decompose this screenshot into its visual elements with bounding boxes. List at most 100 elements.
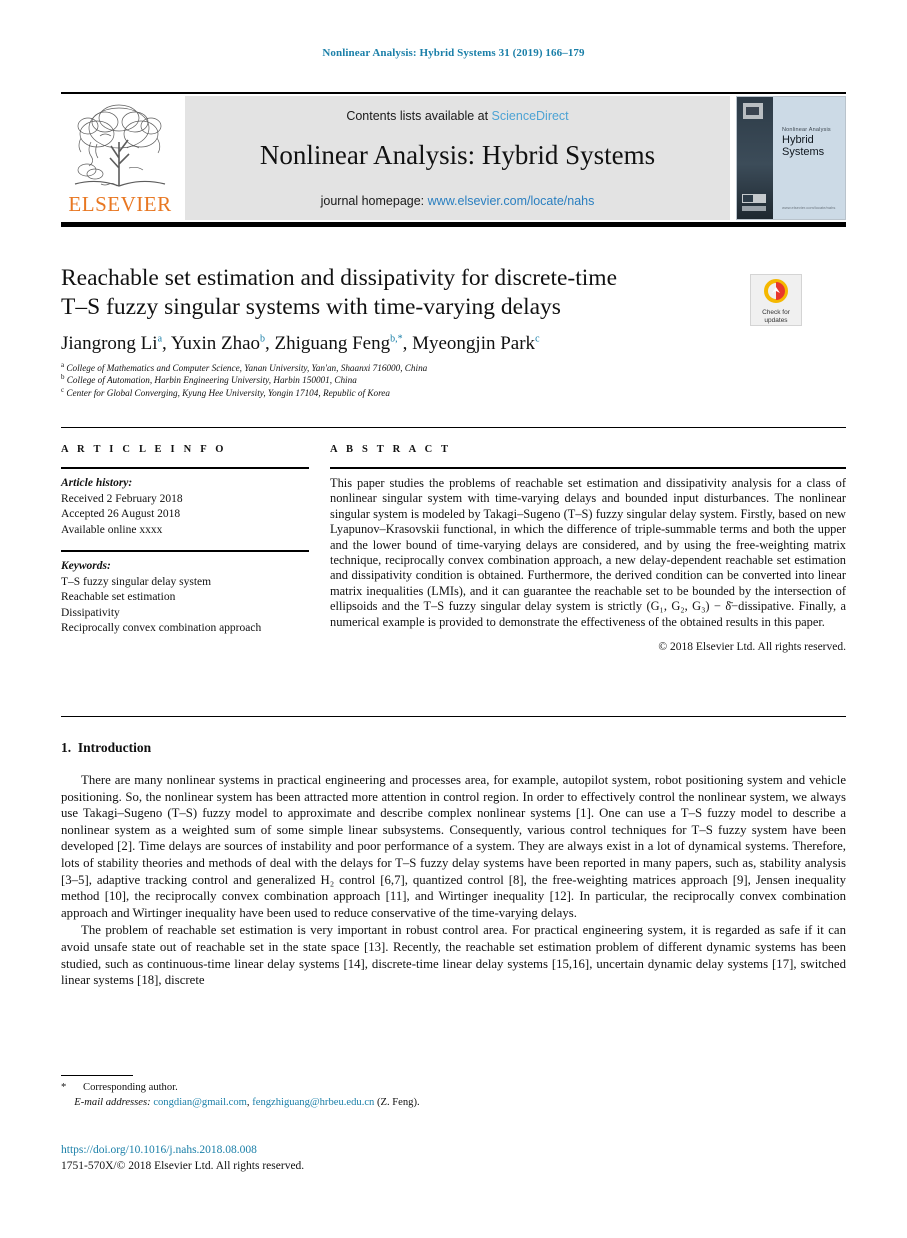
crossmark-label-line2: updates [764, 316, 788, 324]
elsevier-wordmark: ELSEVIER [68, 192, 172, 216]
elsevier-logo: ELSEVIER [61, 96, 179, 220]
author-separator: , [265, 333, 275, 354]
footer-rights-line: 1751-570X/© 2018 Elsevier Ltd. All right… [61, 1160, 305, 1172]
abstract-text-part1: This paper studies the problems of reach… [330, 476, 846, 614]
article-history-accepted: Accepted 26 August 2018 [61, 508, 181, 520]
contents-available-line: Contents lists available at ScienceDirec… [185, 109, 730, 123]
article-info-column: A R T I C L E I N F O Article history: R… [61, 444, 309, 637]
masthead-bottom-rule [61, 222, 846, 227]
author-item: Myeongjin Parkc [412, 333, 539, 354]
author-name: Zhiguang Feng [274, 333, 391, 354]
keywords-rule [61, 550, 309, 552]
section-heading-introduction: 1. Introduction [61, 740, 846, 756]
email-line: E-mail addresses: congdian@gmail.com, fe… [61, 1095, 661, 1110]
homepage-prefix: journal homepage: [320, 194, 428, 208]
cover-title: Hybrid Systems [782, 134, 825, 158]
author-separator: , [402, 333, 413, 354]
email-suffix: (Z. Feng). [374, 1097, 420, 1108]
cover-panel: Nonlinear Analysis Hybrid Systems www.el… [773, 97, 845, 219]
abstract-heading: A B S T R A C T [330, 444, 452, 455]
article-history-received: Received 2 February 2018 [61, 492, 183, 505]
cover-spine [737, 97, 773, 219]
section-number: 1. [61, 740, 72, 755]
journal-homepage-link[interactable]: www.elsevier.com/locate/nahs [428, 194, 595, 208]
corresponding-author-text: Corresponding author. [83, 1082, 178, 1093]
masthead-top-rule [61, 92, 846, 94]
email-link-1[interactable]: congdian@gmail.com [153, 1097, 247, 1108]
crossmark-label-line1: Check for [762, 309, 790, 316]
crossmark-badge[interactable]: Check for updates [750, 274, 802, 326]
affiliation-marker: c [61, 385, 65, 394]
journal-title: Nonlinear Analysis: Hybrid Systems [259, 140, 656, 170]
corresponding-author-marker: * [61, 1082, 67, 1093]
affiliation-text: College of Mathematics and Computer Scie… [66, 363, 428, 373]
introduction-paragraph-2: The problem of reachable set estimation … [61, 923, 846, 988]
cover-title-line2: Systems [782, 145, 825, 158]
cover-superline: Nonlinear Analysis [782, 127, 831, 133]
author-name: Myeongjin Park [412, 333, 536, 354]
article-info-heading: A R T I C L E I N F O [61, 444, 227, 455]
cover-top-logo-icon [743, 103, 763, 119]
contents-prefix: Contents lists available at [346, 109, 492, 123]
keyword-item: Reachable set estimation [61, 591, 176, 603]
crossmark-label: Check for updates [751, 309, 801, 324]
journal-band: Contents lists available at ScienceDirec… [185, 96, 730, 220]
email-link-2[interactable]: fengzhiguang@hrbeu.edu.cn [252, 1097, 374, 1108]
affiliation-marker: b [61, 373, 65, 382]
journal-masthead: ELSEVIER Contents lists available at Sci… [61, 92, 846, 227]
abstract-dissipative-formula: (G₁, G₂, G₃) − δ̄−dissipative. [646, 599, 795, 614]
introduction-section: 1. Introduction There are many nonlinear… [61, 740, 846, 989]
keyword-item: Dissipativity [61, 606, 120, 619]
keywords-label: Keywords: [61, 560, 111, 572]
article-history-online: Available online xxxx [61, 523, 163, 536]
page-title: Reachable set estimation and dissipativi… [61, 264, 741, 322]
affiliation-text: Center for Global Converging, Kyung Hee … [66, 387, 390, 398]
abstract-column: A B S T R A C T This paper studies the p… [330, 444, 846, 653]
author-item: Jiangrong Lia, [61, 333, 171, 354]
abstract-copyright: © 2018 Elsevier Ltd. All rights reserved… [658, 641, 846, 654]
affiliation-marker: a [61, 360, 65, 369]
ifac-logo-caption-icon [742, 206, 766, 211]
author-item: Yuxin Zhaob, [171, 333, 275, 354]
running-head: Nonlinear Analysis: Hybrid Systems 31 (2… [322, 47, 585, 59]
sciencedirect-link[interactable]: ScienceDirect [492, 109, 569, 123]
elsevier-tree-icon [74, 104, 166, 187]
author-affiliation-marker: b,* [390, 333, 403, 345]
keyword-item: Reciprocally convex combination approach [61, 622, 262, 634]
cover-footline: www.elsevier.com/locate/nahs [782, 205, 836, 210]
corresponding-author-line: * Corresponding author. [61, 1080, 661, 1095]
author-affiliation-marker: c [535, 333, 540, 345]
affiliation-item: b College of Automation, Harbin Engineer… [61, 374, 741, 386]
email-addresses-label: E-mail addresses: [74, 1097, 151, 1108]
affiliation-item: a College of Mathematics and Computer Sc… [61, 360, 741, 374]
title-block: Reachable set estimation and dissipativi… [61, 264, 741, 399]
abstract-rule [330, 467, 846, 469]
introduction-paragraph-1: There are many nonlinear systems in prac… [61, 773, 846, 920]
doi-link[interactable]: https://doi.org/10.1016/j.nahs.2018.08.0… [61, 1143, 257, 1159]
abstract-text: This paper studies the problems of reach… [330, 476, 846, 630]
cover-title-line1: Hybrid [782, 134, 814, 146]
article-history-label: Article history: [61, 477, 133, 489]
article-page: Nonlinear Analysis: Hybrid Systems 31 (2… [0, 0, 907, 1238]
journal-homepage-line: journal homepage: www.elsevier.com/locat… [185, 194, 730, 208]
footnote-block: * Corresponding author. E-mail addresses:… [61, 1080, 661, 1110]
footnote-separator-rule [61, 1075, 133, 1076]
author-item: Zhiguang Fengb,*, [275, 333, 413, 354]
affiliation-list: a College of Mathematics and Computer Sc… [61, 360, 741, 399]
info-section-bottom-rule [61, 716, 846, 717]
author-name: Yuxin Zhao [170, 333, 261, 354]
title-line-1: Reachable set estimation and dissipativi… [61, 265, 618, 291]
section-title-text: Introduction [77, 740, 152, 755]
author-list: Jiangrong Lia, Yuxin Zhaob, Zhiguang Fen… [61, 333, 741, 355]
crossmark-icon [764, 279, 788, 303]
journal-cover-thumbnail[interactable]: Nonlinear Analysis Hybrid Systems www.el… [736, 96, 846, 220]
keyword-item: T–S fuzzy singular delay system [61, 575, 212, 588]
author-separator: , [162, 333, 171, 354]
ifac-logo-icon [742, 194, 766, 203]
affiliation-item: c Center for Global Converging, Kyung He… [61, 385, 741, 399]
author-name: Jiangrong Li [61, 333, 158, 354]
title-line-2: T–S fuzzy singular systems with time-var… [61, 294, 561, 320]
affiliation-text: College of Automation, Harbin Engineerin… [66, 375, 357, 386]
article-info-rule [61, 467, 309, 469]
info-section-top-rule [61, 427, 846, 428]
